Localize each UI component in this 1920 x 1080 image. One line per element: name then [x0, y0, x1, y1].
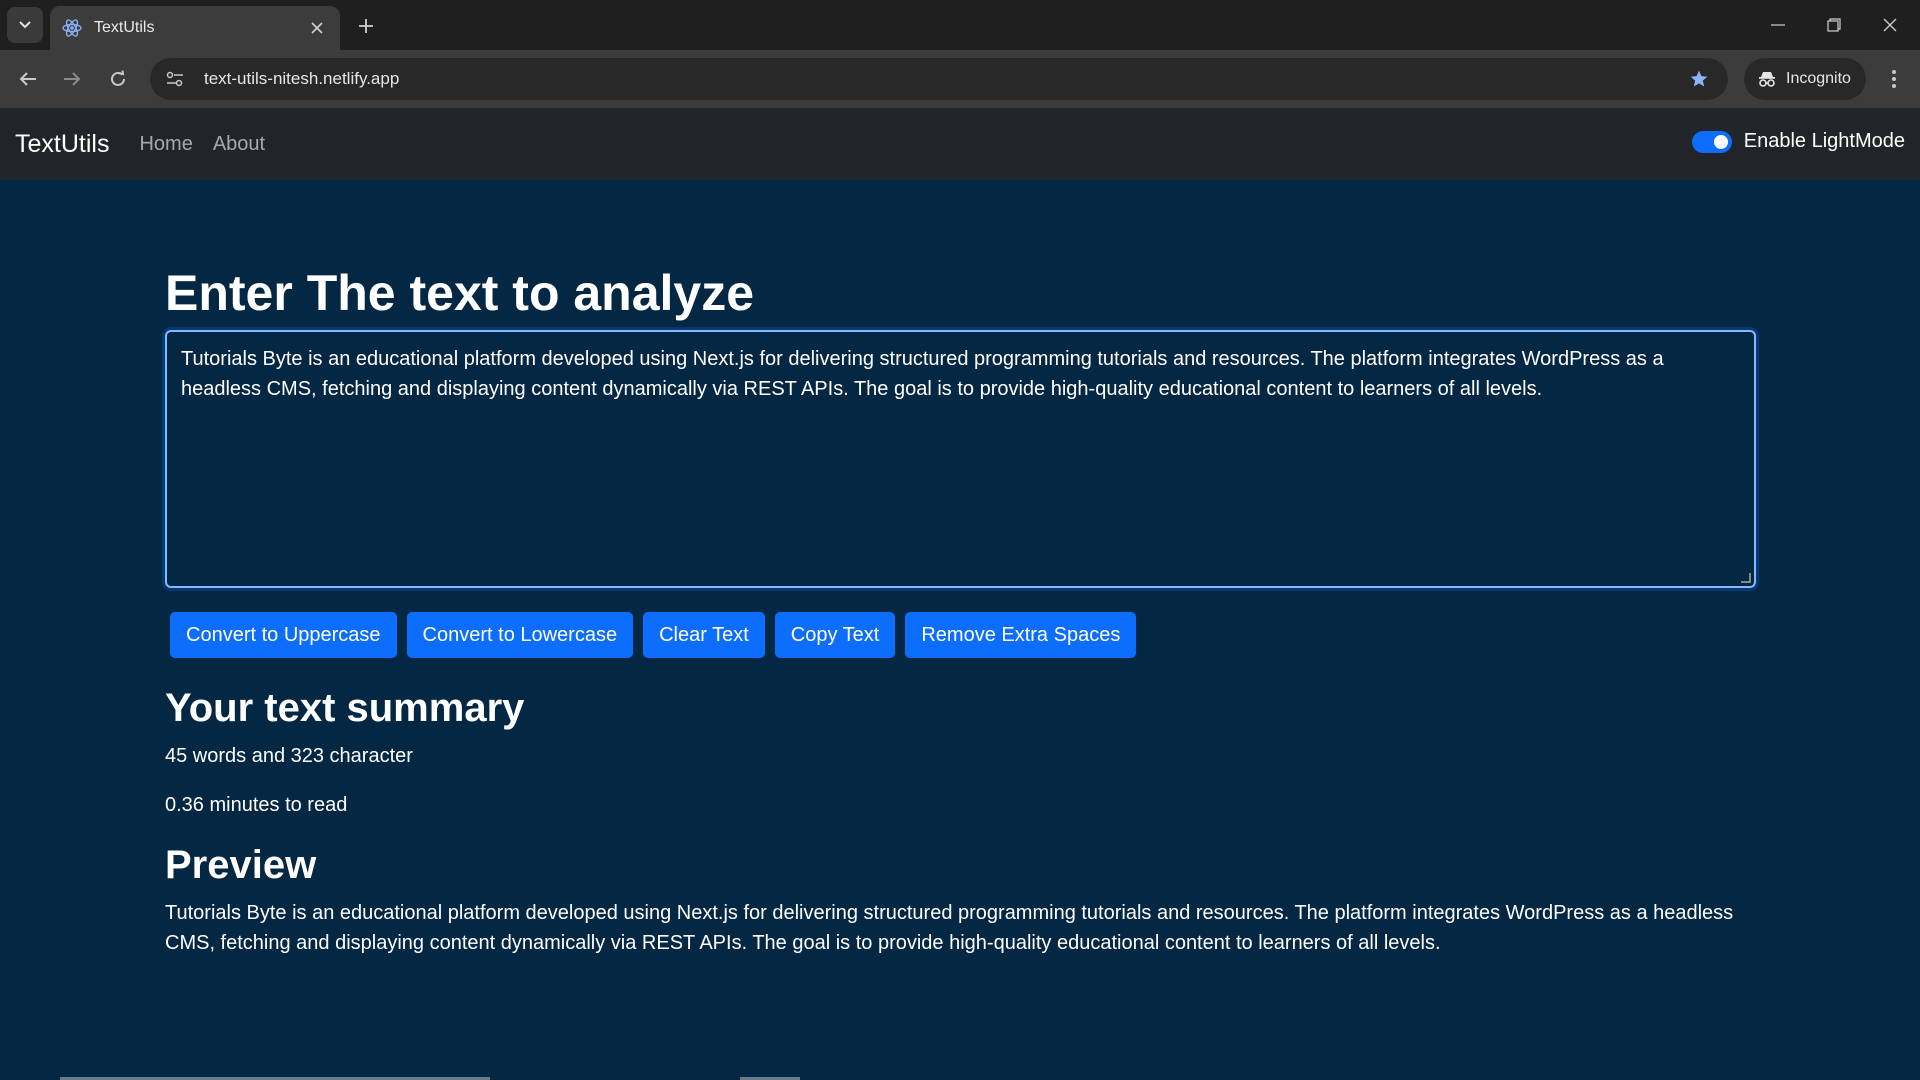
preview-text: Tutorials Byte is an educational platfor…: [165, 902, 1734, 954]
lowercase-button[interactable]: Convert to Lowercase: [406, 612, 634, 658]
url-text[interactable]: text-utils-nitesh.netlify.app: [204, 69, 1684, 89]
forward-arrow-icon: [64, 72, 81, 86]
plus-icon: [359, 19, 373, 33]
resize-handle[interactable]: [1741, 573, 1751, 583]
minimize-button[interactable]: [1750, 0, 1806, 50]
clear-text-button[interactable]: Clear Text: [643, 612, 765, 658]
incognito-label: Incognito: [1786, 70, 1851, 87]
light-mode-toggle[interactable]: Enable LightMode: [1691, 130, 1905, 153]
browser-tab[interactable]: TextUtils: [50, 6, 340, 50]
text-input-area[interactable]: Tutorials Byte is an educational platfor…: [165, 330, 1756, 588]
new-tab-button[interactable]: [352, 12, 380, 40]
textarea-value[interactable]: Tutorials Byte is an educational platfor…: [181, 348, 1664, 400]
toggle-switch[interactable]: [1691, 130, 1732, 153]
nav-link-home[interactable]: Home: [139, 133, 192, 156]
back-arrow-icon: [19, 72, 36, 86]
preview-heading: Preview: [165, 843, 317, 887]
page-heading: Enter The text to analyze: [165, 265, 755, 321]
back-button[interactable]: [12, 63, 44, 95]
browser-menu-button[interactable]: [1878, 63, 1910, 95]
copy-text-button[interactable]: Copy Text: [774, 612, 896, 658]
restore-icon: [1827, 18, 1841, 32]
browser-toolbar: text-utils-nitesh.netlify.app Incognito: [0, 50, 1920, 108]
word-count-text: 45 words and 323 character: [165, 745, 413, 767]
tab-search-button[interactable]: [7, 7, 43, 43]
restore-button[interactable]: [1806, 0, 1862, 50]
window-close-icon: [1883, 18, 1897, 32]
read-time-text: 0.36 minutes to read: [165, 794, 348, 816]
site-info-icon[interactable]: [160, 64, 190, 94]
remove-spaces-button[interactable]: Remove Extra Spaces: [905, 612, 1137, 658]
chevron-down-icon: [19, 21, 31, 29]
reload-icon: [111, 70, 125, 86]
action-buttons: Convert to Uppercase Convert to Lowercas…: [170, 612, 1755, 658]
react-favicon-icon: [62, 18, 82, 38]
toggle-label[interactable]: Enable LightMode: [1744, 130, 1905, 153]
forward-button[interactable]: [56, 63, 88, 95]
address-bar[interactable]: text-utils-nitesh.netlify.app: [150, 58, 1728, 100]
navbar-brand[interactable]: TextUtils: [15, 130, 109, 159]
incognito-icon: [1759, 72, 1775, 87]
nav-link-about[interactable]: About: [213, 133, 265, 156]
main-content: Enter The text to analyze Tutorials Byte…: [165, 180, 1756, 958]
close-icon[interactable]: [306, 17, 328, 39]
kebab-menu-icon: [1892, 70, 1896, 88]
summary-heading: Your text summary: [165, 686, 525, 730]
browser-tabstrip: TextUtils: [0, 0, 1920, 50]
toggle-knob: [1713, 134, 1728, 149]
star-icon[interactable]: [1684, 64, 1714, 94]
uppercase-button[interactable]: Convert to Uppercase: [170, 612, 397, 658]
reload-button[interactable]: [102, 63, 134, 95]
window-close-button[interactable]: [1862, 0, 1918, 50]
tab-title: TextUtils: [94, 19, 155, 36]
incognito-badge[interactable]: Incognito: [1744, 58, 1866, 100]
app-navbar: TextUtils Home About Enable LightMode: [0, 108, 1920, 180]
minimize-icon: [1771, 24, 1785, 26]
